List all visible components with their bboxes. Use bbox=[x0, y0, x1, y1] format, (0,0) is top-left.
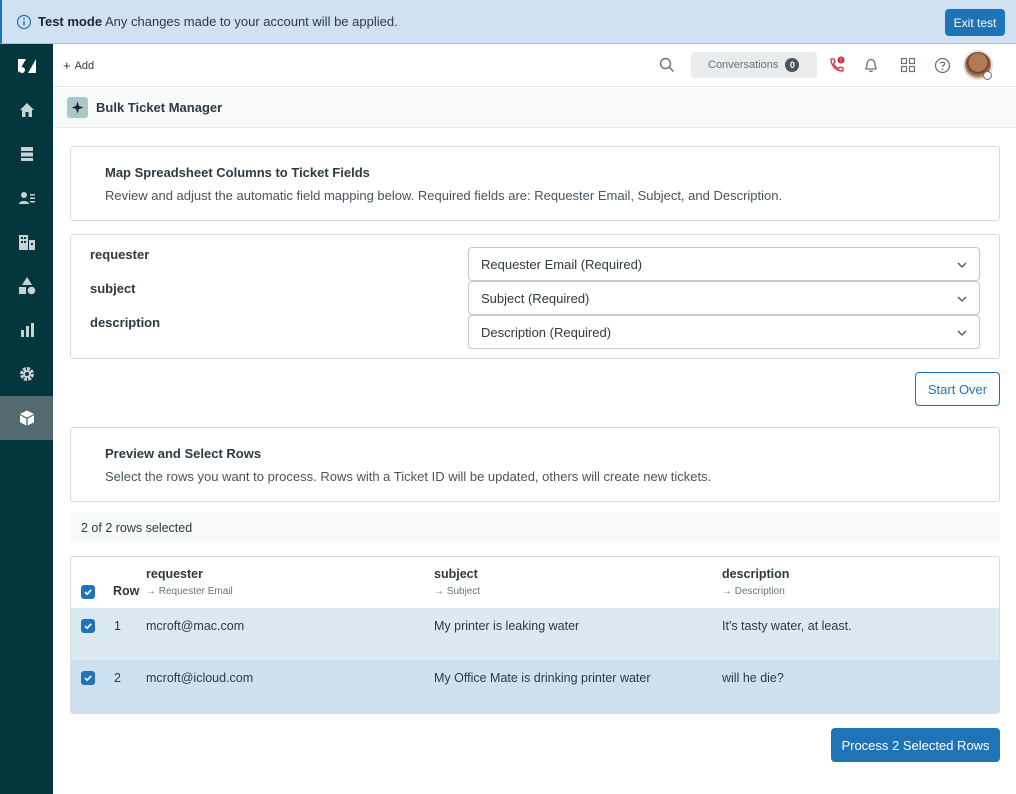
checkmark-icon bbox=[84, 623, 92, 630]
mapping-title: Map Spreadsheet Columns to Ticket Fields bbox=[105, 165, 370, 180]
sidebar-item-apps[interactable] bbox=[0, 396, 53, 440]
organizations-icon bbox=[18, 235, 35, 250]
column-header-description: description bbox=[722, 567, 790, 581]
mapping-intro-card: Map Spreadsheet Columns to Ticket Fields… bbox=[70, 146, 1000, 221]
preview-intro-card: Preview and Select Rows Select the rows … bbox=[70, 427, 1000, 502]
mapping-description: Review and adjust the automatic field ma… bbox=[105, 188, 783, 203]
chevron-down-icon bbox=[957, 296, 967, 302]
column-mapping-requester: → Requester Email bbox=[146, 586, 233, 597]
requester-field-select[interactable]: Requester Email (Required) bbox=[468, 247, 980, 281]
admin-gear-icon bbox=[19, 367, 34, 381]
zendesk-logo-icon[interactable] bbox=[0, 44, 53, 88]
notifications-bell-icon[interactable] bbox=[861, 55, 881, 75]
preview-title: Preview and Select Rows bbox=[105, 446, 262, 461]
checkmark-icon bbox=[84, 675, 92, 682]
sidebar bbox=[0, 44, 53, 794]
sidebar-item-reporting[interactable] bbox=[0, 308, 53, 352]
preview-description: Select the rows you want to process. Row… bbox=[105, 469, 712, 484]
apps-cube-icon bbox=[19, 410, 34, 426]
app-header: Bulk Ticket Manager bbox=[53, 88, 1016, 128]
sidebar-item-views[interactable] bbox=[0, 132, 53, 176]
row-column-header: Row bbox=[113, 584, 140, 598]
mapping-column-label: description bbox=[90, 315, 161, 330]
mapping-column-label: requester bbox=[90, 247, 150, 262]
select-value: Subject (Required) bbox=[481, 291, 590, 306]
selection-summary: 2 of 2 rows selected bbox=[70, 512, 1000, 543]
sidebar-item-objects[interactable] bbox=[0, 264, 53, 308]
table-row[interactable]: 1 mcroft@mac.com My printer is leaking w… bbox=[71, 608, 999, 660]
subject-cell: My printer is leaking water bbox=[434, 619, 580, 633]
select-all-checkbox[interactable] bbox=[81, 585, 95, 599]
objects-icon bbox=[18, 277, 35, 295]
mapping-column-label: subject bbox=[90, 281, 136, 296]
top-bar: + Add Conversations 0 ! bbox=[53, 44, 1016, 87]
conversations-button[interactable]: Conversations 0 bbox=[691, 52, 817, 78]
conversations-label: Conversations bbox=[708, 59, 779, 71]
subject-cell: My Office Mate is drinking printer water bbox=[434, 671, 651, 685]
search-icon[interactable] bbox=[657, 55, 677, 75]
sidebar-item-home[interactable] bbox=[0, 88, 53, 132]
table-header: Row requester → Requester Email subject … bbox=[71, 557, 999, 608]
chevron-down-icon bbox=[957, 262, 967, 268]
column-mapping-description: → Description bbox=[722, 586, 785, 597]
sidebar-item-organizations[interactable] bbox=[0, 220, 53, 264]
banner-message: Any changes made to your account will be… bbox=[105, 14, 398, 29]
sidebar-item-admin[interactable] bbox=[0, 352, 53, 396]
select-value: Description (Required) bbox=[481, 325, 612, 340]
product-tray-grid-icon[interactable] bbox=[898, 55, 918, 75]
home-icon bbox=[19, 103, 34, 117]
add-button[interactable]: + Add bbox=[63, 58, 94, 73]
plus-icon: + bbox=[63, 58, 71, 73]
description-cell: will he die? bbox=[722, 671, 784, 685]
customers-icon bbox=[18, 192, 35, 204]
test-mode-banner: Test mode Any changes made to your accou… bbox=[0, 0, 1016, 44]
description-cell: It's tasty water, at least. bbox=[722, 619, 852, 633]
info-icon bbox=[16, 14, 32, 30]
description-field-select[interactable]: Description (Required) bbox=[468, 315, 980, 349]
select-value: Requester Email (Required) bbox=[481, 257, 643, 272]
column-mapping-subject: → Subject bbox=[434, 586, 481, 597]
preview-table: Row requester → Requester Email subject … bbox=[70, 556, 1000, 714]
table-row[interactable]: 2 mcroft@icloud.com My Office Mate is dr… bbox=[71, 660, 999, 713]
banner-title: Test mode bbox=[38, 14, 103, 29]
views-icon bbox=[20, 147, 33, 161]
process-selected-rows-button[interactable]: Process 2 Selected Rows bbox=[831, 728, 1000, 762]
add-label: Add bbox=[74, 59, 95, 72]
start-over-button[interactable]: Start Over bbox=[915, 372, 1000, 406]
column-header-requester: requester bbox=[146, 567, 203, 581]
requester-cell: mcroft@icloud.com bbox=[146, 671, 254, 685]
sidebar-item-customers[interactable] bbox=[0, 176, 53, 220]
reporting-icon bbox=[20, 323, 34, 337]
row-number: 1 bbox=[114, 619, 121, 633]
requester-cell: mcroft@mac.com bbox=[146, 619, 245, 633]
help-icon[interactable] bbox=[932, 55, 952, 75]
subject-field-select[interactable]: Subject (Required) bbox=[468, 281, 980, 315]
row-number: 2 bbox=[114, 671, 121, 685]
column-header-subject: subject bbox=[434, 567, 478, 581]
exit-test-button[interactable]: Exit test bbox=[945, 9, 1005, 36]
app-logo-icon bbox=[67, 97, 88, 118]
selected-rows-text: 2 of 2 rows selected bbox=[81, 521, 193, 535]
app-title: Bulk Ticket Manager bbox=[96, 100, 223, 115]
conversations-count-badge: 0 bbox=[785, 58, 800, 72]
talk-phone-icon[interactable]: ! bbox=[827, 55, 847, 75]
row-checkbox[interactable] bbox=[81, 619, 95, 633]
checkmark-icon bbox=[84, 589, 92, 596]
field-mapping-card: requester Requester Email (Required) sub… bbox=[70, 234, 1000, 359]
status-indicator-icon bbox=[983, 71, 992, 80]
chevron-down-icon bbox=[957, 330, 967, 336]
row-checkbox[interactable] bbox=[81, 671, 95, 685]
